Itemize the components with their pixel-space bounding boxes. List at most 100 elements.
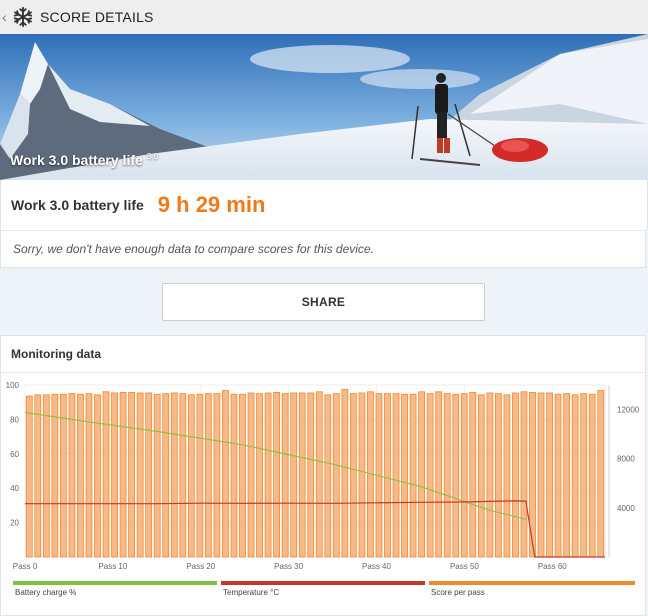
score-bar <box>401 393 408 558</box>
score-bar <box>460 393 468 558</box>
score-bar <box>153 393 161 558</box>
score-bar <box>597 390 605 558</box>
page-title: SCORE DETAILS <box>40 9 154 25</box>
right-tick-label: 4000 <box>617 504 635 513</box>
score-bar <box>435 391 443 558</box>
snowflake-icon <box>13 6 33 28</box>
score-bar <box>119 391 127 558</box>
score-bar <box>290 392 298 558</box>
hero-title: Work 3.0 battery life 3.0 <box>10 152 158 168</box>
back-chevron-icon[interactable]: ‹ <box>2 0 12 34</box>
score-bar <box>571 394 579 558</box>
score-label: Work 3.0 battery life <box>11 197 144 213</box>
hero-version: 3.0 <box>146 152 158 161</box>
score-bar <box>102 391 110 558</box>
left-tick-label: 60 <box>10 450 19 459</box>
score-bar <box>452 393 460 558</box>
right-tick-label: 8000 <box>617 455 635 464</box>
score-bar <box>349 393 357 558</box>
score-value: 9 h 29 min <box>157 192 266 217</box>
left-tick-label: 100 <box>6 381 20 390</box>
x-tick-label: Pass 40 <box>362 562 391 571</box>
x-tick-label: Pass 10 <box>98 562 127 571</box>
legend-score-swatch <box>429 581 635 585</box>
score-bar <box>256 393 263 558</box>
score-bar <box>443 393 451 558</box>
x-tick-label: Pass 0 <box>13 562 38 571</box>
score-bar <box>77 393 84 558</box>
score-bar <box>196 393 204 558</box>
score-bar <box>85 393 93 558</box>
monitoring-header: Monitoring data <box>1 336 645 373</box>
score-bar <box>273 391 281 558</box>
score-bar <box>25 395 33 558</box>
score-bar <box>162 393 170 558</box>
x-tick-label: Pass 60 <box>538 562 567 571</box>
score-bar <box>128 391 136 558</box>
score-bar <box>136 392 144 558</box>
title-bar: ‹ SCORE DETAILS <box>0 0 648 35</box>
monitoring-title: Monitoring data <box>11 347 101 361</box>
score-bar <box>170 392 178 558</box>
score-bar <box>34 394 42 558</box>
hero-banner: Work 3.0 battery life 3.0 <box>0 34 648 180</box>
score-bar <box>179 393 187 558</box>
score-bar <box>554 393 562 558</box>
legend-temperature-swatch <box>221 581 425 585</box>
score-bar <box>563 393 571 558</box>
monitoring-chart: 100 80 60 40 20 12000 8000 4000 Pass 0 Pass 10 Pas… <box>6 381 640 571</box>
score-bar <box>418 391 426 558</box>
left-tick-label: 80 <box>10 415 19 424</box>
score-bar <box>341 388 349 558</box>
score-bar <box>298 392 306 558</box>
score-bar <box>68 393 76 558</box>
score-bar <box>546 392 553 558</box>
legend-score: Score per pass <box>429 581 635 601</box>
score-bar <box>264 392 272 558</box>
score-bar <box>384 393 391 558</box>
score-bar <box>520 391 528 558</box>
right-tick-label: 12000 <box>617 406 640 415</box>
score-bar <box>324 394 332 558</box>
x-tick-label: Pass 50 <box>450 562 479 571</box>
legend-score-label: Score per pass <box>431 588 485 597</box>
score-bar <box>42 394 50 558</box>
left-tick-label: 20 <box>10 519 19 528</box>
score-bar <box>51 393 59 558</box>
score-bar <box>222 390 229 558</box>
legend-temperature-label: Temperature °C <box>223 588 280 597</box>
score-bar <box>307 392 315 558</box>
share-button[interactable]: SHARE <box>162 283 485 321</box>
legend-battery: Battery charge % <box>13 581 217 601</box>
x-tick-label: Pass 20 <box>186 562 215 571</box>
score-bar <box>503 394 511 558</box>
score-bar <box>477 394 485 558</box>
legend-battery-swatch <box>13 581 217 585</box>
score-bar <box>392 393 400 558</box>
score-bar <box>315 391 323 558</box>
monitoring-panel: Monitoring data 100 80 60 40 20 12000 8000 4000… <box>0 335 646 616</box>
score-bar <box>187 394 195 558</box>
score-bar <box>486 392 494 558</box>
score-row: Work 3.0 battery life 9 h 29 min <box>0 180 648 230</box>
legend-temperature: Temperature °C <box>221 581 425 601</box>
score-bar <box>239 393 246 558</box>
score-bar <box>409 393 417 558</box>
score-bar <box>247 392 255 558</box>
hero-title-text: Work 3.0 battery life <box>10 152 143 168</box>
x-tick-label: Pass 30 <box>274 562 303 571</box>
score-bar <box>537 392 545 558</box>
left-tick-label: 40 <box>10 484 19 493</box>
score-bar <box>204 393 212 558</box>
score-bar <box>111 392 118 558</box>
score-bar <box>426 393 434 558</box>
score-bar <box>580 393 588 558</box>
compare-note: Sorry, we don't have enough data to comp… <box>13 242 374 256</box>
score-bar <box>213 393 221 558</box>
score-bar <box>281 393 289 558</box>
score-bar <box>512 392 519 558</box>
score-bar <box>145 392 153 558</box>
score-bar <box>230 393 238 558</box>
score-bar <box>588 393 596 558</box>
score-bar <box>94 394 101 558</box>
